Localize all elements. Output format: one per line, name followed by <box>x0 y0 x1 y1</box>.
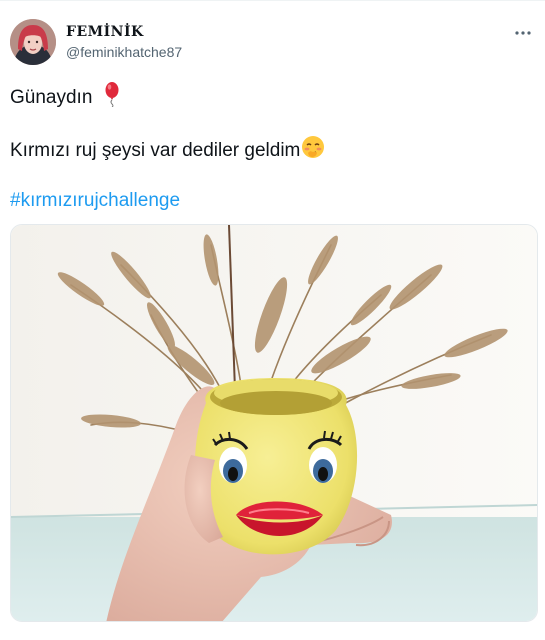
avatar[interactable] <box>10 19 56 65</box>
tweet: FEMİNİK @feminikhatche87 Günaydın Kırmız… <box>0 0 545 640</box>
balloon-icon <box>102 81 122 115</box>
blushing-face-icon <box>301 135 325 167</box>
tweet-text-message: Kırmızı ruj şeysi var dediler geldim <box>10 140 301 162</box>
tweet-line-greeting: Günaydın <box>10 81 122 115</box>
tweet-photo[interactable] <box>10 224 538 622</box>
photo-scene <box>11 225 537 621</box>
more-horizontal-icon <box>515 22 531 40</box>
user-handle[interactable]: @feminikhatche87 <box>66 42 182 62</box>
display-name[interactable]: FEMİNİK <box>66 23 182 41</box>
tweet-header: FEMİNİK @feminikhatche87 <box>0 1 545 73</box>
more-options-button[interactable] <box>511 21 535 41</box>
tweet-text-greeting: Günaydın <box>10 87 93 109</box>
hashtag-link[interactable]: #kırmızırujchallenge <box>10 188 180 214</box>
tweet-line-message: Kırmızı ruj şeysi var dediler geldim <box>10 135 325 167</box>
duck-mug <box>194 378 358 555</box>
user-names: FEMİNİK @feminikhatche87 <box>66 23 182 62</box>
